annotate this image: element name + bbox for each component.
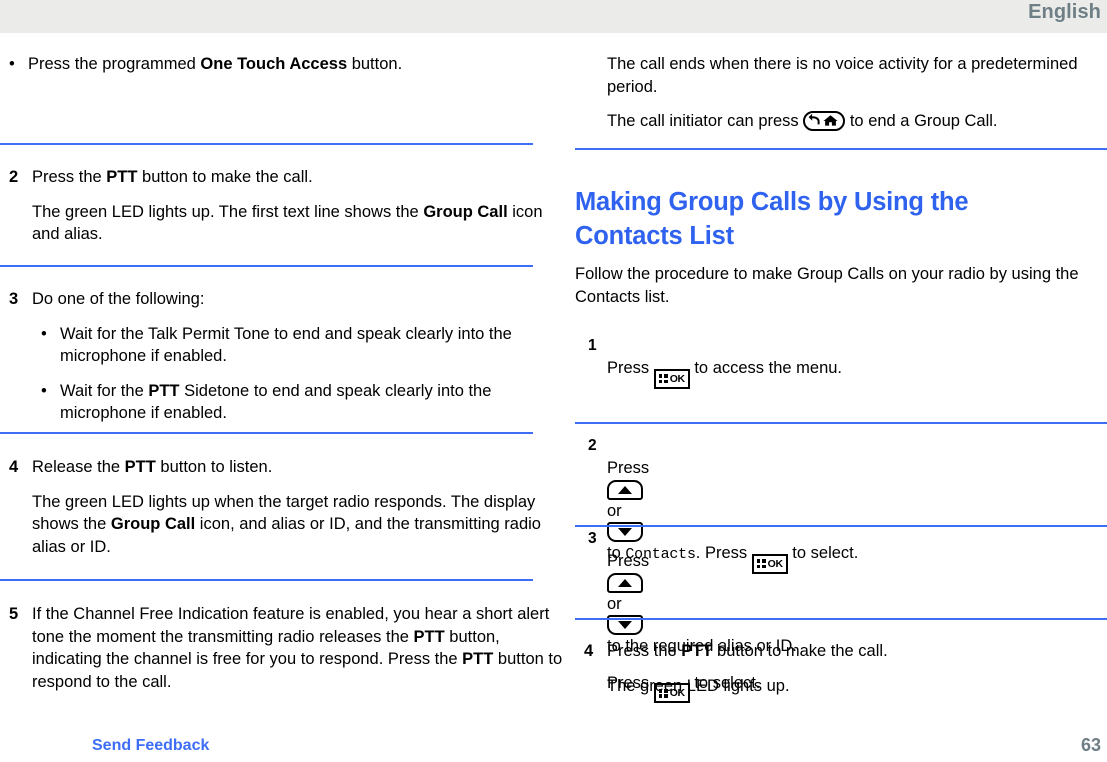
- text: Press the: [607, 642, 682, 660]
- step-line: Press the PTT button to make the call.: [607, 640, 1107, 663]
- list-item-text-before: Press the programmed: [28, 55, 201, 73]
- step-number: 2: [588, 437, 597, 454]
- step-number: 3: [588, 530, 597, 547]
- text: or: [607, 501, 622, 520]
- divider: [575, 148, 1107, 150]
- bullet-list: • Wait for the Talk Permit Tone to end an…: [32, 323, 566, 425]
- text: button to make the call.: [712, 642, 888, 660]
- step-4: 4 Press the PTT button to make the call.…: [575, 640, 1107, 697]
- text: The green LED lights up. The first text …: [32, 202, 424, 221]
- step-3: 3 Do one of the following: • Wait for the…: [0, 288, 566, 425]
- step-line: The green LED lights up when the target …: [32, 491, 566, 559]
- ok-glyph: OK: [669, 372, 685, 385]
- step-number: 4: [584, 642, 594, 660]
- step-line: The green LED lights up.: [607, 675, 1107, 698]
- list-item-text-bold: One Touch Access: [200, 55, 348, 73]
- list-item-text-after: button.: [347, 55, 403, 73]
- back-home-key-icon: [803, 111, 846, 131]
- text-bold: PTT: [124, 458, 156, 476]
- divider: [0, 143, 533, 145]
- step-number: 4: [9, 458, 19, 476]
- step-5: 5 If the Channel Free Indication feature…: [0, 603, 566, 693]
- list-item: • Press the programmed One Touch Access b…: [0, 53, 534, 76]
- text-bold: PTT: [106, 168, 138, 186]
- send-feedback-link[interactable]: Send Feedback: [92, 737, 209, 755]
- text: or: [607, 594, 622, 613]
- step-number: 5: [9, 605, 19, 623]
- bullet-glyph: •: [9, 55, 15, 73]
- section-intro: Follow the procedure to make Group Calls…: [575, 265, 1079, 306]
- text: Press: [607, 459, 650, 477]
- carryover-note: The call ends when there is no voice act…: [575, 53, 1107, 133]
- page-title: Making Group Calls by Using the Contacts…: [575, 188, 969, 250]
- step-line: The green LED lights up. The first text …: [32, 201, 566, 246]
- list-item: • Wait for the PTT Sidetone to end and sp…: [32, 380, 566, 425]
- page-header: English: [0, 0, 1107, 33]
- step-number: 2: [9, 168, 19, 186]
- step-line: Press OK to access the menu.: [607, 357, 1107, 389]
- step-line: Release the PTT button to listen.: [32, 456, 566, 479]
- page-number: 63: [1080, 735, 1101, 755]
- step-number: 1: [588, 337, 597, 354]
- list-item-text-bold: PTT: [148, 381, 180, 400]
- divider: [575, 618, 1107, 620]
- language-label: English: [1028, 1, 1101, 23]
- page-body: • Press the programmed One Touch Access b…: [0, 33, 1107, 723]
- step-body: Press OK to access the menu.: [607, 338, 1107, 389]
- note-paragraph: The call ends when there is no voice act…: [607, 55, 1078, 96]
- step-line: Press the PTT button to make the call.: [32, 166, 566, 189]
- grid-glyph: [658, 374, 668, 384]
- text-bold: PTT: [462, 650, 494, 668]
- step-body: If the Channel Free Indication feature i…: [32, 603, 566, 693]
- list-item-text: Wait for the Talk Permit Tone to end and…: [60, 324, 512, 366]
- initiator-line: The call initiator can press to end a Gr…: [607, 110, 1107, 133]
- bullet-block-continuation: • Press the programmed One Touch Access b…: [0, 53, 534, 76]
- step-4: 4 Release the PTT button to listen. The …: [0, 456, 566, 558]
- step-intro: Do one of the following:: [32, 290, 205, 308]
- text: The call initiator can press: [607, 112, 804, 130]
- text: Press the: [32, 168, 107, 186]
- step-line: If the Channel Free Indication feature i…: [32, 603, 566, 693]
- up-arrow-key-icon: [607, 479, 643, 500]
- step-body: Press the PTT button to make the call. T…: [607, 640, 1107, 697]
- text: to end a Group Call.: [845, 112, 998, 130]
- step-1: 1 Press OK to access the menu.: [575, 337, 1107, 389]
- divider: [575, 422, 1107, 424]
- list-item: • Wait for the Talk Permit Tone to end an…: [32, 323, 566, 368]
- divider: [575, 525, 1107, 527]
- text: button to make the call.: [137, 168, 313, 186]
- text: Press: [607, 359, 654, 377]
- text: Press: [607, 552, 650, 570]
- text: Release the: [32, 458, 125, 476]
- text-bold: PTT: [413, 627, 445, 646]
- page-footer: Send Feedback 63: [0, 722, 1107, 762]
- bullet-list: • Press the programmed One Touch Access b…: [0, 53, 534, 76]
- menu-ok-key-icon: OK: [653, 368, 690, 389]
- bullet-glyph: •: [41, 324, 47, 343]
- triangle-glyph: [618, 621, 632, 629]
- up-arrow-key-icon: [607, 572, 643, 593]
- text-bold: Group Call: [423, 202, 508, 221]
- text-bold: PTT: [681, 642, 713, 660]
- triangle-glyph: [618, 578, 632, 587]
- step-body: Press the PTT button to make the call. T…: [32, 166, 566, 246]
- step-number: 3: [9, 290, 19, 308]
- bullet-glyph: •: [41, 381, 47, 400]
- step-body: Release the PTT button to listen. The gr…: [32, 456, 566, 558]
- step-2: 2 Press the PTT button to make the call.…: [0, 166, 566, 246]
- list-item-text-before: Wait for the: [60, 381, 149, 400]
- divider: [0, 579, 533, 581]
- step-body: Do one of the following: • Wait for the T…: [32, 288, 566, 425]
- text: The green LED lights up.: [607, 676, 790, 695]
- text-bold: Group Call: [110, 515, 196, 533]
- text: to access the menu.: [689, 359, 843, 377]
- text: button to listen.: [155, 458, 273, 476]
- divider: [0, 432, 533, 434]
- divider: [0, 265, 533, 267]
- triangle-glyph: [618, 485, 632, 494]
